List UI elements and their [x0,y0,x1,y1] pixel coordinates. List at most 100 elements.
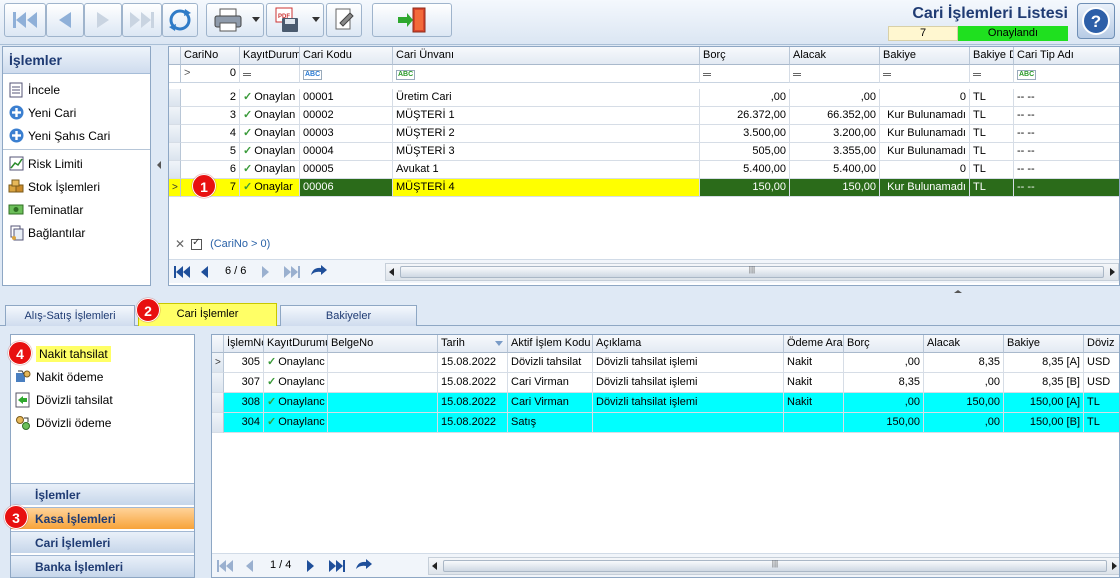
cell-belge[interactable] [328,413,438,433]
scroll-left-icon[interactable] [432,562,437,570]
cell-bd[interactable]: TL [970,179,1014,197]
cell-bakiye[interactable]: 150,00 [A] [1004,393,1084,413]
cell-tarih[interactable]: 15.08.2022 [438,393,508,413]
scroll-left-icon[interactable] [389,268,394,276]
action-dovizli-tahsilat[interactable]: Dövizli tahsilat [11,388,194,411]
cell-bd[interactable]: TL [970,143,1014,161]
nav-next-button[interactable] [261,264,271,280]
column-header[interactable]: KayıtDurumu [240,47,300,65]
cell-no[interactable]: 308 [224,393,264,413]
cell-tip[interactable]: -- -- [1014,107,1119,125]
collapse-left-icon[interactable] [157,161,161,169]
cell-durum[interactable]: ✓ Onaylan [240,107,300,125]
cell-tarih[interactable]: 15.08.2022 [438,413,508,433]
bottom-grid-hscroll[interactable] [428,557,1119,575]
help-button[interactable]: ? [1077,3,1115,39]
column-header[interactable]: KayıtDurumu [264,335,328,353]
cell-bakiye[interactable]: Kur Bulunamadı [880,125,970,143]
cell-alacak[interactable]: 150,00 [924,393,1004,413]
scroll-right-icon[interactable] [1112,562,1117,570]
nav-refresh-button[interactable] [354,558,374,574]
cell-unvan[interactable]: MÜŞTERİ 3 [393,143,700,161]
table-row-selected[interactable]: >7 ✓ Onaylar 00006 MÜŞTERİ 4 150,00 150,00 Kur … [169,179,1119,197]
group-kasa-islemleri[interactable]: Kasa İşlemleri [11,507,194,529]
cell-alacak[interactable]: 150,00 [790,179,880,197]
cell-kod[interactable]: 00001 [300,89,393,107]
cell-alacak[interactable]: ,00 [924,373,1004,393]
cell-durum[interactable]: ✓ Onaylanc [264,393,328,413]
column-header[interactable]: Bakiye D [970,47,1014,65]
cell-borc[interactable]: ,00 [844,393,924,413]
cell-borc[interactable]: 26.372,00 [700,107,790,125]
filter-cell[interactable] [970,65,1014,83]
cell-tip[interactable]: -- -- [1014,125,1119,143]
column-header[interactable]: Borç [700,47,790,65]
column-header[interactable]: Alacak [924,335,1004,353]
filter-enable-checkbox[interactable] [191,237,203,250]
filter-cell[interactable]: ABC [300,65,393,83]
menu-item-teminatlar[interactable]: Teminatlar [3,198,150,221]
cell-borc[interactable]: 150,00 [700,179,790,197]
horizontal-splitter[interactable] [0,287,1120,297]
cell-kod[interactable]: Cari Virman [508,373,593,393]
scroll-thumb[interactable] [400,266,1104,278]
cell-belge[interactable] [328,373,438,393]
cell-durum[interactable]: ✓ Onaylan [240,143,300,161]
filter-cell[interactable] [790,65,880,83]
cell-alacak[interactable]: ,00 [790,89,880,107]
filter-cell-carino[interactable]: >0 [181,65,240,83]
next-record-button[interactable] [84,3,122,37]
cell-unvan[interactable]: Üretim Cari [393,89,700,107]
first-record-button[interactable] [4,3,46,37]
table-row[interactable]: 307 ✓ Onaylanc 15.08.2022 Cari Virman Dövizli… [212,373,1119,393]
cell-kod[interactable]: 00003 [300,125,393,143]
column-header[interactable]: CariNo [181,47,240,65]
cell-bakiye[interactable]: 8,35 [A] [1004,353,1084,373]
nav-prev-button[interactable] [244,558,254,574]
cell-alacak[interactable]: 3.200,00 [790,125,880,143]
cell-aciklama[interactable]: Dövizli tahsilat işlemi [593,373,784,393]
cell-bakiye[interactable]: 8,35 [B] [1004,373,1084,393]
cell-durum[interactable]: ✓ Onaylanc [264,413,328,433]
cell-tip[interactable]: -- -- [1014,179,1119,197]
vertical-splitter[interactable] [152,46,168,286]
group-islemler[interactable]: İşlemler [11,483,194,505]
cell-borc[interactable]: 505,00 [700,143,790,161]
cell-bd[interactable]: TL [970,107,1014,125]
cell-carino[interactable]: 4 [181,125,240,143]
pdf-dropdown-icon[interactable] [312,17,320,22]
filter-cell[interactable] [880,65,970,83]
cell-carino[interactable]: 2 [181,89,240,107]
column-header[interactable]: Alacak [790,47,880,65]
cell-tarih[interactable]: 15.08.2022 [438,373,508,393]
column-header[interactable]: İşlemNo [224,335,264,353]
column-header[interactable]: Ödeme Arac [784,335,844,353]
cell-borc[interactable]: 5.400,00 [700,161,790,179]
cell-odeme[interactable] [784,413,844,433]
nav-refresh-button[interactable] [309,264,329,280]
cell-durum[interactable]: ✓ Onaylar [240,179,300,197]
prev-record-button[interactable] [46,3,84,37]
filter-cell[interactable]: ABC [1014,65,1119,83]
filter-cell[interactable]: ABC [393,65,700,83]
exit-button[interactable] [372,3,452,37]
scroll-right-icon[interactable] [1110,268,1115,276]
cell-no[interactable]: 305 [224,353,264,373]
cell-kod[interactable]: Cari Virman [508,393,593,413]
cell-alacak[interactable]: ,00 [924,413,1004,433]
cell-kod[interactable]: 00002 [300,107,393,125]
cell-aciklama[interactable]: Dövizli tahsilat işlemi [593,393,784,413]
menu-item-yeni-sahis-cari[interactable]: Yeni Şahıs Cari [3,124,150,147]
column-header[interactable]: Bakiye [1004,335,1084,353]
menu-item-yeni-cari[interactable]: Yeni Cari [3,101,150,124]
group-cari-islemleri[interactable]: Cari İşlemleri [11,531,194,553]
column-header[interactable]: BelgeNo [328,335,438,353]
column-header-tarih[interactable]: Tarih [438,335,508,353]
filter-cell[interactable] [240,65,300,83]
action-nakit-odeme[interactable]: Nakit ödeme [11,365,194,388]
cell-tip[interactable]: -- -- [1014,161,1119,179]
cell-doviz[interactable]: USD [1084,353,1119,373]
cell-kod[interactable]: Satış [508,413,593,433]
cell-doviz[interactable]: TL [1084,393,1119,413]
action-dovizli-odeme[interactable]: Dövizli ödeme [11,411,194,434]
